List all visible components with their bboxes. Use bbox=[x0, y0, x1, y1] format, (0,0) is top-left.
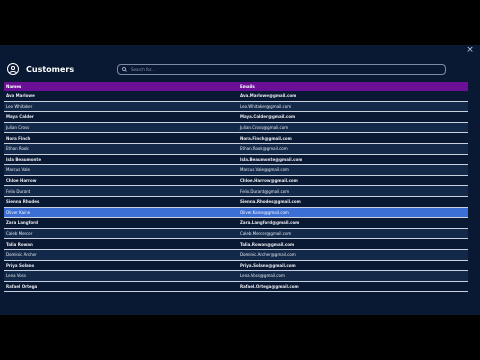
name-cell: Dominic Archer bbox=[6, 252, 37, 258]
page-header: Customers bbox=[7, 61, 74, 77]
email-cell: Ava.Marlowe@gmail.com bbox=[240, 93, 297, 99]
name-cell: Nora Finch bbox=[6, 135, 31, 141]
name-cell: Sienna Rhodes bbox=[6, 199, 40, 205]
name-cell: Ethan Rook bbox=[6, 146, 29, 152]
name-cell: Ava Marlowe bbox=[6, 93, 35, 99]
table-row[interactable]: Nora Finch Nora.Finch@gmail.com bbox=[4, 133, 468, 144]
name-cell: Marcus Vale bbox=[6, 167, 30, 173]
email-cell: Felix.Durant@gmail.com bbox=[240, 188, 290, 194]
search-input[interactable] bbox=[131, 67, 431, 72]
name-cell: Maya Calder bbox=[6, 114, 34, 120]
table-row[interactable]: Priya Solano Priya.Solano@gmail.com bbox=[4, 260, 468, 272]
email-cell: Oliver.Kaine@gmail.com bbox=[240, 209, 289, 215]
email-cell: Julian.Cross@gmail.com bbox=[240, 125, 289, 131]
page-title: Customers bbox=[26, 64, 75, 74]
email-cell: Caleb.Mercer@gmail.com bbox=[240, 231, 292, 237]
name-cell: Chloe Harrow bbox=[6, 178, 37, 184]
email-cell: Maya.Calder@gmail.com bbox=[240, 114, 296, 120]
table-row[interactable]: Ethan Rook Ethan.Rook@gmail.com bbox=[4, 143, 468, 155]
name-cell: Caleb Mercer bbox=[6, 231, 33, 237]
name-cell: Oliver Kaine bbox=[6, 209, 31, 215]
table-row[interactable]: Lena Voss Lena.Voss@gmail.com bbox=[4, 271, 468, 282]
table-row[interactable]: Oliver Kaine Oliver.Kaine@gmail.com bbox=[4, 207, 468, 219]
table-row[interactable]: Marcus Vale Marcus.Vale@gmail.com bbox=[4, 165, 468, 176]
column-header-names[interactable]: Names bbox=[4, 84, 238, 89]
table-row[interactable]: Isla Beaumonte Isla.Beaumonte@gmail.com bbox=[4, 154, 468, 166]
name-cell: Leo Whitaker bbox=[6, 103, 33, 109]
email-cell: Nora.Finch@gmail.com bbox=[240, 135, 292, 141]
table-row[interactable]: Talia Rowan Talia.Rowan@gmail.com bbox=[4, 239, 468, 250]
name-cell: Priya Solano bbox=[6, 262, 35, 268]
search-box[interactable] bbox=[117, 64, 446, 75]
table-row[interactable]: Zara Langford Zara.Langford@gmail.com bbox=[4, 218, 468, 229]
email-cell: Rafael.Ortega@gmail.com bbox=[240, 283, 299, 289]
table-header: Names Emails bbox=[4, 82, 468, 91]
email-cell: Priya.Solano@gmail.com bbox=[240, 262, 296, 268]
name-cell: Lena Voss bbox=[6, 273, 26, 279]
email-cell: Chloe.Harrow@gmail.com bbox=[240, 178, 298, 184]
name-cell: Isla Beaumonte bbox=[6, 156, 42, 162]
column-header-emails[interactable]: Emails bbox=[238, 84, 255, 89]
table-row[interactable]: Chloe Harrow Chloe.Harrow@gmail.com bbox=[4, 175, 468, 187]
table-row[interactable]: Julian Cross Julian.Cross@gmail.com bbox=[4, 122, 468, 134]
table-row[interactable]: Leo Whitaker Leo.Whitaker@gmail.com bbox=[4, 101, 468, 113]
email-cell: Dominic.Archer@gmail.com bbox=[240, 252, 296, 258]
table-row[interactable]: Maya Calder Maya.Calder@gmail.com bbox=[4, 112, 468, 123]
table-row[interactable]: Dominic Archer Dominic.Archer@gmail.com bbox=[4, 249, 468, 261]
customers-window: × Customers Names Emails Ava Marlowe Ava.… bbox=[0, 45, 480, 315]
email-cell: Ethan.Rook@gmail.com bbox=[240, 146, 288, 152]
name-cell: Zara Langford bbox=[6, 220, 38, 226]
table-row[interactable]: Sienna Rhodes Sienna.Rhodes@gmail.com bbox=[4, 196, 468, 208]
email-cell: Sienna.Rhodes@gmail.com bbox=[240, 199, 301, 205]
name-cell: Talia Rowan bbox=[6, 241, 33, 247]
search-icon bbox=[122, 67, 127, 72]
table-row[interactable]: Rafael Ortega Rafael.Ortega@gmail.com bbox=[4, 281, 468, 293]
name-cell: Felix Durant bbox=[6, 188, 31, 194]
email-cell: Zara.Langford@gmail.com bbox=[240, 220, 300, 226]
email-cell: Leo.Whitaker@gmail.com bbox=[240, 103, 292, 109]
table-row[interactable]: Caleb Mercer Caleb.Mercer@gmail.com bbox=[4, 228, 468, 240]
close-icon[interactable]: × bbox=[465, 45, 475, 55]
table-row[interactable]: Felix Durant Felix.Durant@gmail.com bbox=[4, 186, 468, 197]
table-body: Ava Marlowe Ava.Marlowe@gmail.com Leo Whit… bbox=[4, 91, 468, 293]
email-cell: Talia.Rowan@gmail.com bbox=[240, 241, 295, 247]
user-icon bbox=[7, 63, 19, 75]
table-row[interactable]: Ava Marlowe Ava.Marlowe@gmail.com bbox=[4, 91, 468, 102]
email-cell: Marcus.Vale@gmail.com bbox=[240, 167, 289, 173]
name-cell: Julian Cross bbox=[6, 125, 30, 131]
customers-table: Names Emails Ava Marlowe Ava.Marlowe@gmai… bbox=[4, 82, 468, 293]
email-cell: Lena.Voss@gmail.com bbox=[240, 273, 285, 279]
email-cell: Isla.Beaumonte@gmail.com bbox=[240, 156, 303, 162]
name-cell: Rafael Ortega bbox=[6, 283, 38, 289]
